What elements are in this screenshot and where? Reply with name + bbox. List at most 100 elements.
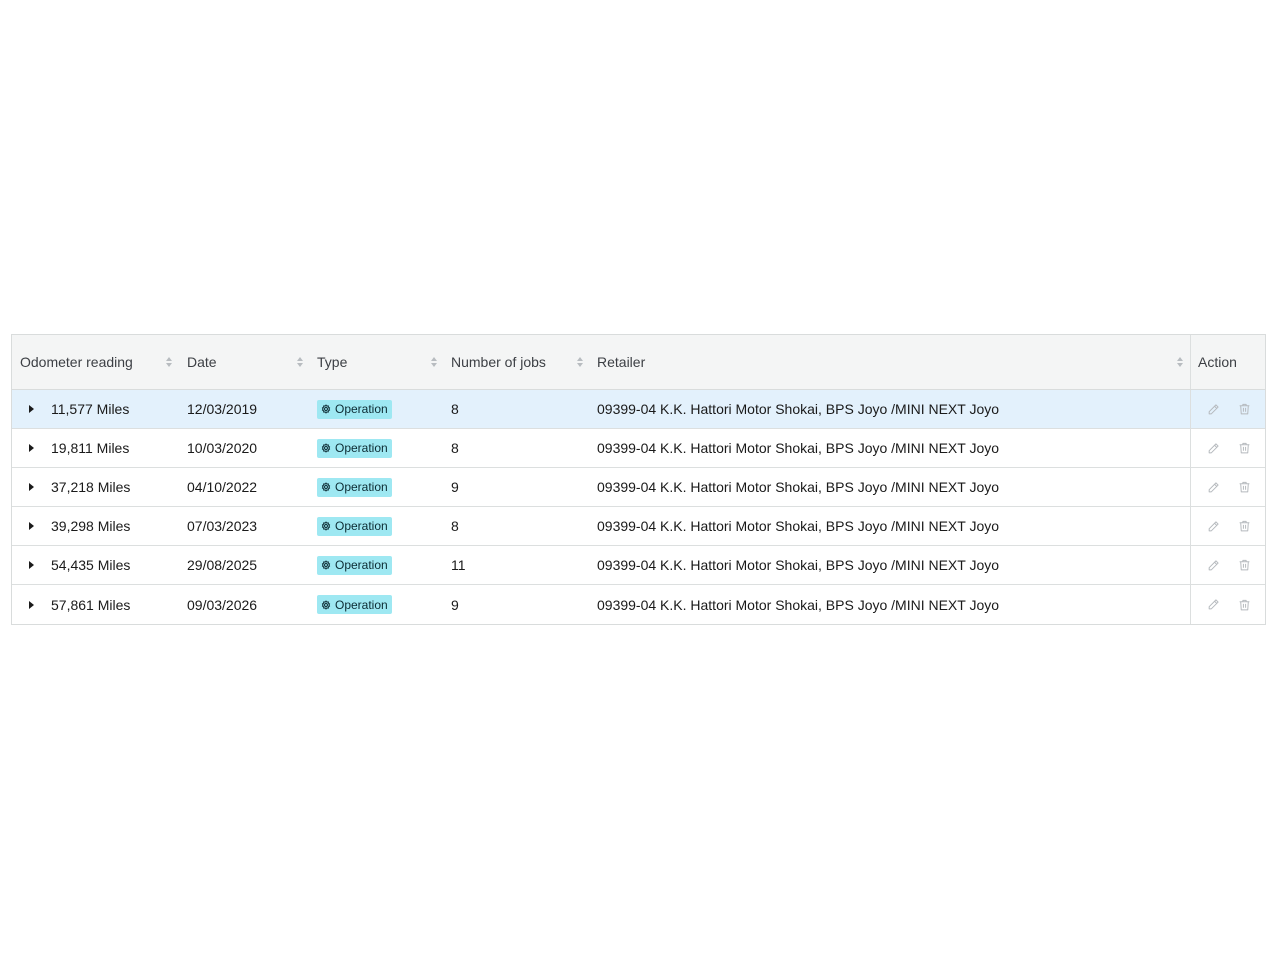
service-history-table: Odometer reading Date Type Number of job… — [11, 334, 1266, 625]
caret-right-icon — [29, 405, 34, 413]
retailer-cell: 09399-04 K.K. Hattori Motor Shokai, BPS … — [590, 546, 1190, 584]
column-header-action: Action — [1190, 335, 1265, 389]
date-value: 09/03/2026 — [187, 596, 258, 613]
table-row[interactable]: 39,298 Miles 07/03/2023 Operation 8 0939… — [12, 507, 1265, 546]
gear-icon — [321, 482, 331, 492]
delete-button[interactable] — [1229, 519, 1260, 533]
expand-row-button[interactable] — [12, 405, 51, 413]
column-header-type[interactable]: Type — [310, 335, 444, 389]
retailer-value: 09399-04 K.K. Hattori Motor Shokai, BPS … — [597, 518, 1000, 534]
caret-right-icon — [29, 522, 34, 530]
date-value: 10/03/2020 — [187, 440, 258, 456]
retailer-value: 09399-04 K.K. Hattori Motor Shokai, BPS … — [597, 596, 1000, 613]
expand-row-button[interactable] — [12, 483, 51, 491]
jobs-value: 11 — [451, 557, 466, 573]
table-row[interactable]: 54,435 Miles 29/08/2025 Operation 11 093… — [12, 546, 1265, 585]
retailer-value: 09399-04 K.K. Hattori Motor Shokai, BPS … — [597, 557, 1000, 573]
jobs-value: 8 — [451, 518, 459, 534]
column-header-label: Retailer — [597, 354, 646, 370]
odometer-cell: 11,577 Miles — [12, 390, 179, 428]
gear-icon — [321, 443, 331, 453]
retailer-value: 09399-04 K.K. Hattori Motor Shokai, BPS … — [597, 440, 1000, 456]
action-cell — [1190, 429, 1265, 467]
column-header-odometer[interactable]: Odometer reading — [12, 335, 179, 389]
expand-row-button[interactable] — [12, 561, 51, 569]
date-cell: 29/08/2025 — [179, 546, 310, 584]
delete-button[interactable] — [1229, 558, 1260, 572]
retailer-cell: 09399-04 K.K. Hattori Motor Shokai, BPS … — [590, 468, 1190, 506]
expand-row-button[interactable] — [12, 522, 51, 530]
delete-button[interactable] — [1229, 441, 1260, 455]
edit-button[interactable] — [1198, 481, 1229, 494]
delete-button[interactable] — [1229, 402, 1260, 416]
sort-icon[interactable] — [1177, 357, 1184, 367]
date-cell: 07/03/2023 — [179, 507, 310, 545]
date-cell: 10/03/2020 — [179, 429, 310, 467]
type-tag-label: Operation — [335, 402, 388, 416]
trash-icon — [1239, 403, 1250, 415]
sort-icon[interactable] — [431, 357, 438, 367]
trash-icon — [1239, 559, 1250, 571]
gear-icon — [321, 599, 331, 610]
edit-button[interactable] — [1198, 598, 1229, 611]
date-cell: 12/03/2019 — [179, 390, 310, 428]
jobs-cell: 8 — [444, 390, 590, 428]
edit-button[interactable] — [1198, 520, 1229, 533]
type-cell: Operation — [310, 507, 444, 545]
trash-icon — [1239, 481, 1250, 493]
odometer-value: 57,861 Miles — [51, 596, 131, 613]
column-header-jobs[interactable]: Number of jobs — [444, 335, 590, 389]
gear-icon — [321, 404, 331, 414]
date-value: 29/08/2025 — [187, 557, 258, 573]
pencil-icon — [1208, 559, 1219, 570]
date-value: 04/10/2022 — [187, 479, 258, 495]
caret-right-icon — [29, 483, 34, 491]
table-row[interactable]: 57,861 Miles 09/03/2026 Operation 9 0939… — [12, 585, 1265, 624]
type-tag: Operation — [317, 595, 392, 614]
jobs-value: 8 — [451, 401, 459, 417]
sort-icon[interactable] — [297, 357, 304, 367]
column-header-retailer[interactable]: Retailer — [590, 335, 1190, 389]
expand-row-button[interactable] — [12, 444, 51, 452]
odometer-value: 37,218 Miles — [51, 479, 131, 495]
jobs-value: 9 — [451, 479, 459, 495]
type-tag: Operation — [317, 555, 392, 575]
gear-icon — [321, 521, 331, 531]
table-row[interactable]: 11,577 Miles 12/03/2019 Operation 8 0939… — [12, 390, 1265, 429]
edit-button[interactable] — [1198, 403, 1229, 416]
action-cell — [1190, 546, 1265, 584]
column-header-date[interactable]: Date — [179, 335, 310, 389]
edit-button[interactable] — [1198, 559, 1229, 572]
odometer-value: 54,435 Miles — [51, 557, 131, 573]
column-header-label: Odometer reading — [20, 354, 133, 370]
date-cell: 09/03/2026 — [179, 585, 310, 624]
retailer-cell: 09399-04 K.K. Hattori Motor Shokai, BPS … — [590, 390, 1190, 428]
pencil-icon — [1208, 442, 1219, 453]
retailer-value: 09399-04 K.K. Hattori Motor Shokai, BPS … — [597, 479, 1000, 495]
column-header-label: Type — [317, 354, 348, 370]
expand-row-button[interactable] — [12, 600, 51, 609]
table-row[interactable]: 37,218 Miles 04/10/2022 Operation 9 0939… — [12, 468, 1265, 507]
edit-button[interactable] — [1198, 442, 1229, 455]
jobs-cell: 8 — [444, 429, 590, 467]
action-cell — [1190, 468, 1265, 506]
pencil-icon — [1208, 481, 1219, 492]
date-value: 07/03/2023 — [187, 518, 258, 534]
delete-button[interactable] — [1229, 598, 1260, 612]
gear-icon — [321, 560, 331, 570]
jobs-cell: 8 — [444, 507, 590, 545]
table-body: 11,577 Miles 12/03/2019 Operation 8 0939… — [12, 390, 1265, 624]
delete-button[interactable] — [1229, 480, 1260, 494]
trash-icon — [1239, 520, 1250, 532]
trash-icon — [1239, 599, 1250, 610]
table-row[interactable]: 19,811 Miles 10/03/2020 Operation 8 0939… — [12, 429, 1265, 468]
action-cell — [1190, 507, 1265, 545]
column-header-label: Action — [1198, 354, 1237, 370]
type-tag-label: Operation — [335, 480, 388, 494]
sort-icon[interactable] — [166, 357, 173, 367]
caret-right-icon — [29, 561, 34, 569]
sort-icon[interactable] — [577, 357, 584, 367]
pencil-icon — [1208, 599, 1219, 610]
pencil-icon — [1208, 403, 1219, 414]
type-cell: Operation — [310, 429, 444, 467]
